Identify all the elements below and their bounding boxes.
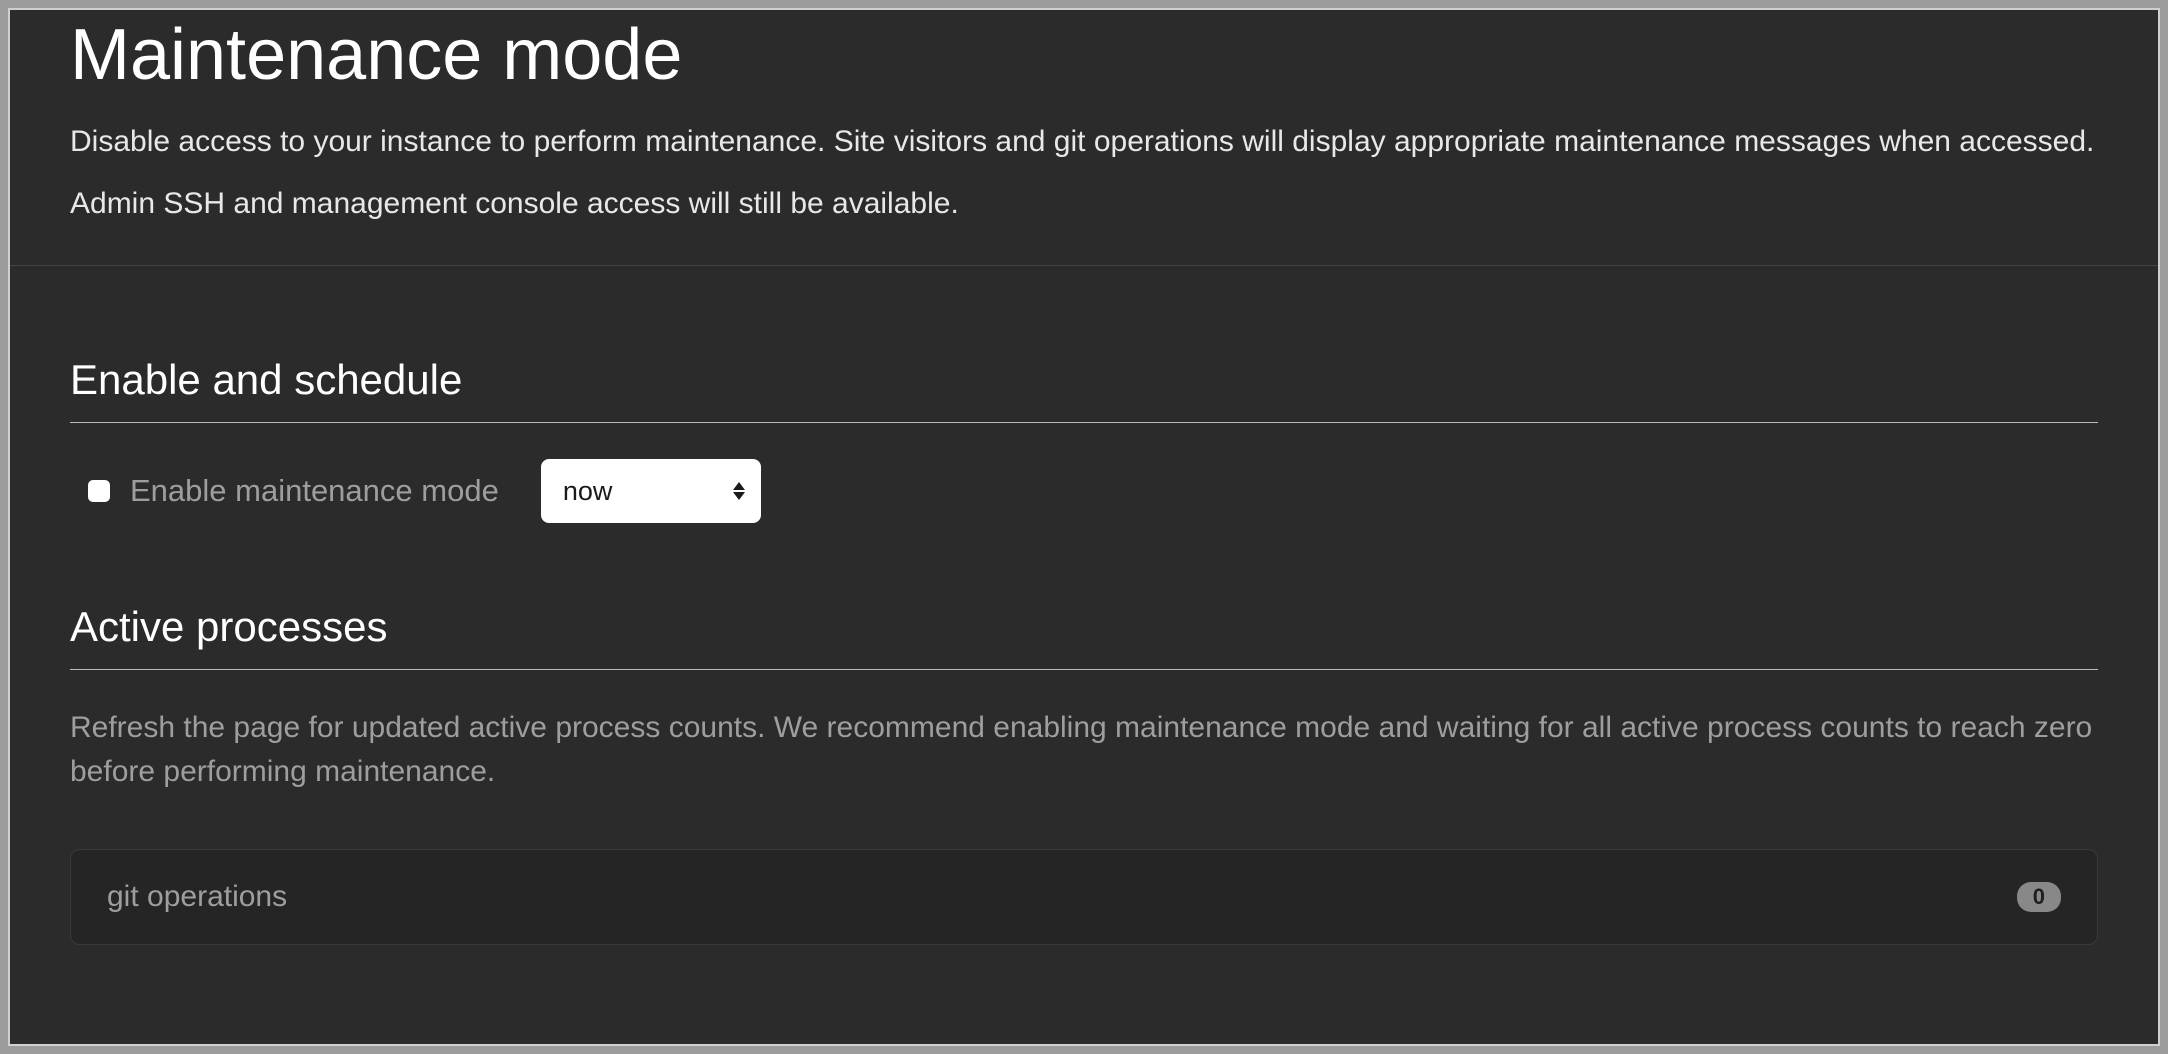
body-section: Enable and schedule Enable maintenance m… bbox=[10, 266, 2158, 945]
enable-maintenance-checkbox[interactable] bbox=[88, 480, 110, 502]
header-description-1: Disable access to your instance to perfo… bbox=[70, 121, 2098, 163]
header-description-2: Admin SSH and management console access … bbox=[70, 183, 2098, 225]
schedule-select-wrap: now bbox=[541, 459, 761, 523]
active-processes-description: Refresh the page for updated active proc… bbox=[70, 706, 2098, 793]
process-name: git operations bbox=[107, 880, 287, 914]
page-title: Maintenance mode bbox=[70, 16, 2098, 95]
active-processes-heading: Active processes bbox=[70, 603, 2098, 670]
enable-schedule-heading: Enable and schedule bbox=[70, 356, 2098, 423]
header-section: Maintenance mode Disable access to your … bbox=[10, 16, 2158, 266]
enable-row: Enable maintenance mode now bbox=[70, 459, 2098, 523]
process-count-badge: 0 bbox=[2017, 882, 2061, 912]
process-card: git operations 0 bbox=[70, 849, 2098, 945]
maintenance-panel: Maintenance mode Disable access to your … bbox=[8, 8, 2160, 1046]
enable-maintenance-label: Enable maintenance mode bbox=[130, 473, 499, 509]
schedule-select[interactable]: now bbox=[541, 459, 761, 523]
enable-maintenance-checkbox-wrap[interactable]: Enable maintenance mode bbox=[88, 473, 499, 509]
